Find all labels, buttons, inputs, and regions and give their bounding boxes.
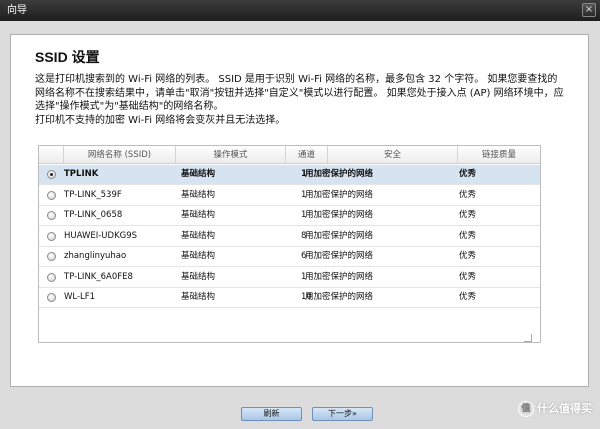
network-radio[interactable] (47, 231, 56, 241)
mode-cell: 基础结构 (181, 189, 216, 200)
network-radio[interactable] (47, 252, 56, 261)
quality-cell: 优秀 (459, 230, 477, 241)
radio-cell (39, 206, 63, 225)
network-radio[interactable] (47, 211, 56, 220)
table-row[interactable]: TPLINK 基础结构 1 用加密保护的网络 优秀 (39, 165, 540, 185)
refresh-button[interactable]: 刷新 (241, 407, 302, 421)
ssid-cell: TP-LINK_6A0FE8 (64, 271, 133, 282)
quality-cell: 优秀 (459, 189, 477, 200)
column-header-mode[interactable]: 操作模式 (175, 146, 285, 164)
column-header-channel[interactable]: 通道 (285, 146, 327, 164)
table-row[interactable]: TP-LINK_6A0FE8 基础结构 1 用加密保护的网络 优秀 (39, 268, 540, 288)
description-line: 打印机不支持的加密 Wi-Fi 网络将会变灰并且无法选择。 (35, 114, 286, 126)
next-button[interactable]: 下一步» (312, 407, 373, 421)
security-cell: 用加密保护的网络 (305, 230, 374, 241)
column-header-select (39, 146, 63, 164)
window-titlebar: 向导 × (0, 0, 600, 21)
security-cell: 用加密保护的网络 (305, 189, 374, 200)
radio-cell (39, 247, 63, 266)
mode-cell: 基础结构 (181, 251, 216, 261)
table-row[interactable]: TP-LINK_0658 基础结构 1 用加密保护的网络 优秀 (39, 206, 540, 226)
ssid-cell: zhanglinyuhao (64, 251, 127, 261)
network-table: 网络名称 (SSID) 操作模式 通道 安全 链接质量 TPLINK 基础结构 1 用… (38, 145, 541, 343)
page-title: SSID 设置 (35, 49, 100, 65)
table-row[interactable]: zhanglinyuhao 基础结构 6 用加密保护的网络 优秀 (39, 247, 540, 267)
mode-cell: 基础结构 (181, 271, 216, 282)
mode-cell: 基础结构 (181, 230, 216, 241)
radio-cell (39, 288, 63, 307)
quality-cell: 优秀 (459, 210, 477, 220)
wizard-panel: SSID 设置 这是打印机搜索到的 Wi-Fi 网络的列表。 SSID 是用于识… (10, 34, 589, 387)
security-cell: 用加密保护的网络 (305, 169, 374, 179)
description-line: 这是打印机搜索到的 Wi-Fi 网络的列表。 SSID 是用于识别 Wi-Fi … (35, 74, 558, 85)
table-row[interactable]: HUAWEI-UDKG9S 基础结构 8 用加密保护的网络 优秀 (39, 227, 540, 247)
network-radio[interactable] (47, 190, 56, 200)
ssid-cell: TP-LINK_539F (64, 189, 122, 200)
window-title: 向导 (7, 5, 27, 16)
column-header-quality[interactable]: 链接质量 (457, 146, 540, 164)
ssid-cell: HUAWEI-UDKG9S (64, 230, 138, 241)
close-icon[interactable]: × (582, 3, 596, 17)
mode-cell: 基础结构 (181, 169, 216, 179)
column-header-ssid[interactable]: 网络名称 (SSID) (63, 146, 175, 164)
ssid-cell: WL-LF1 (64, 292, 96, 302)
security-cell: 用加密保护的网络 (305, 292, 374, 302)
radio-cell (39, 268, 63, 287)
radio-cell (39, 165, 63, 184)
mode-cell: 基础结构 (181, 292, 216, 302)
security-cell: 用加密保护的网络 (305, 210, 374, 220)
ssid-cell: TP-LINK_0658 (64, 210, 123, 220)
mode-cell: 基础结构 (181, 210, 216, 220)
page-description: 这是打印机搜索到的 Wi-Fi 网络的列表。 SSID 是用于识别 Wi-Fi … (35, 73, 570, 127)
network-radio[interactable] (47, 170, 56, 179)
description-line: 网络名称不在搜索结果中，请单击"取消"按钮并选择"自定义"模式以进行配置。 如果… (35, 87, 564, 99)
network-radio[interactable] (47, 293, 56, 302)
network-radio[interactable] (47, 272, 56, 282)
watermark: 值什么值得买 (518, 400, 592, 417)
quality-cell: 优秀 (459, 292, 477, 302)
table-row[interactable]: TP-LINK_539F 基础结构 1 用加密保护的网络 优秀 (39, 186, 540, 206)
ssid-cell: TPLINK (64, 169, 99, 179)
quality-cell: 优秀 (459, 169, 477, 179)
table-header: 网络名称 (SSID) 操作模式 通道 安全 链接质量 (39, 146, 540, 164)
description-line: 选择"操作模式"为"基础结构"的网络名称。 (35, 101, 224, 112)
radio-cell (39, 227, 63, 246)
wizard-footer: 刷新 下一步» (0, 399, 600, 429)
resize-grip-icon (524, 334, 532, 342)
watermark-logo-icon: 值 (518, 401, 534, 417)
quality-cell: 优秀 (459, 271, 477, 282)
table-row[interactable]: WL-LF1 基础结构 10 用加密保护的网络 优秀 (39, 288, 540, 308)
security-cell: 用加密保护的网络 (305, 271, 374, 282)
security-cell: 用加密保护的网络 (305, 251, 374, 261)
column-header-security[interactable]: 安全 (327, 146, 457, 164)
radio-cell (39, 186, 63, 205)
quality-cell: 优秀 (459, 251, 477, 261)
watermark-text: 什么值得买 (537, 402, 592, 415)
